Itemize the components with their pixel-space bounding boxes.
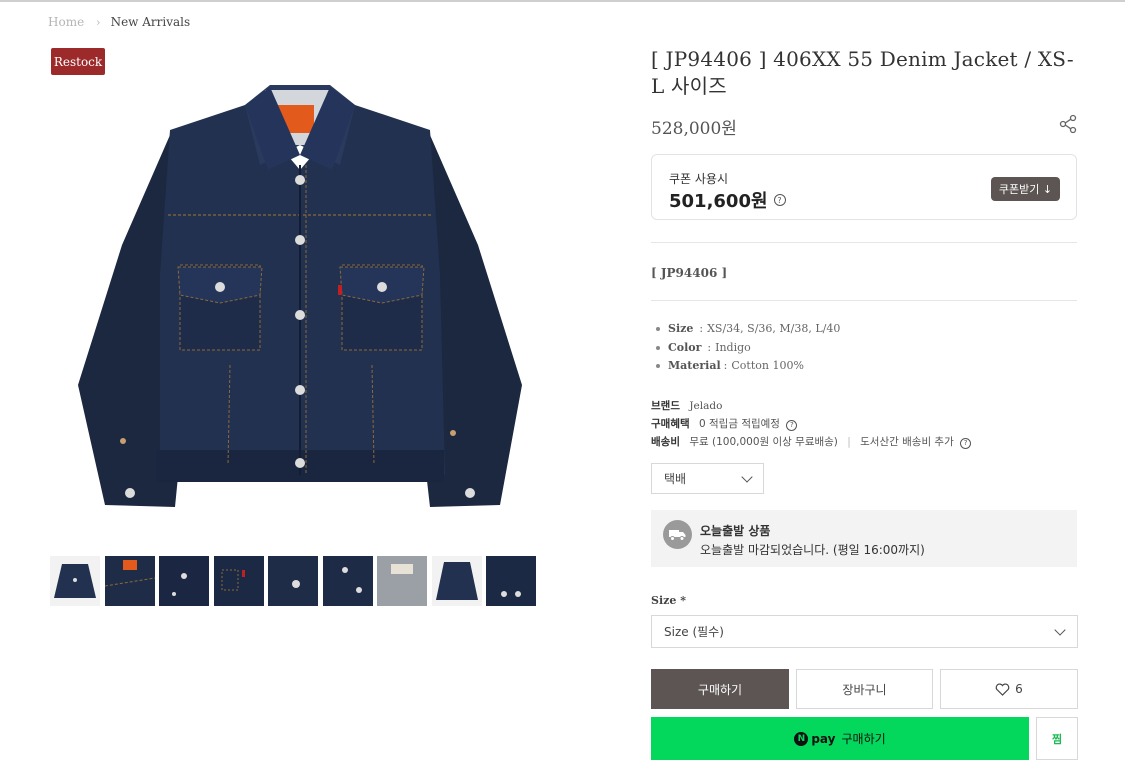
spec-color: Color : Indigo — [651, 339, 840, 358]
question-icon[interactable]: ? — [960, 437, 972, 449]
wish-count: 6 — [1015, 682, 1023, 696]
divider — [651, 242, 1077, 243]
coupon-label: 쿠폰 사용시 — [669, 172, 729, 186]
spec-key: Size — [668, 322, 694, 335]
cart-button[interactable]: 장바구니 — [796, 669, 933, 709]
question-icon[interactable]: ? — [786, 419, 798, 431]
today-ship-title: 오늘출발 상품 — [700, 524, 771, 538]
buy-button[interactable]: 구매하기 — [651, 669, 789, 709]
thumbnail-6[interactable] — [322, 556, 373, 606]
spec-size: Size : XS/34, S/36, M/38, L/40 — [651, 320, 840, 339]
today-ship-subtitle: 오늘출발 마감되었습니다. (평일 16:00까지) — [700, 543, 925, 557]
shipping-row: 배송비 무료 (100,000원 이상 무료배송) | 도서산간 배송비 추가 … — [651, 433, 972, 451]
wishlist-button[interactable]: 6 — [940, 669, 1078, 709]
coupon-price: 501,600원 ? — [669, 187, 786, 213]
bullet — [656, 327, 660, 332]
coupon-price-value: 501,600원 — [669, 191, 768, 212]
thumbnail-7[interactable] — [377, 556, 427, 606]
share-icon[interactable] — [1058, 114, 1078, 134]
thumbnail-5[interactable] — [268, 556, 318, 606]
spec-key: Material — [668, 359, 721, 372]
naver-pay-button[interactable]: N pay 구매하기 — [651, 717, 1029, 760]
thumbnail-3[interactable] — [159, 556, 209, 606]
brand-value[interactable]: Jelado — [689, 400, 722, 412]
thumbnail-2[interactable] — [104, 556, 155, 606]
spec-list: Size : XS/34, S/36, M/38, L/40 Color : I… — [651, 320, 840, 376]
spec-value: Cotton 100% — [731, 359, 804, 372]
product-price: 528,000원 — [651, 119, 737, 139]
chevron-down-icon — [1054, 624, 1066, 636]
shipping-method-select[interactable]: 택배 — [651, 463, 764, 494]
divider — [651, 300, 1077, 301]
brand-label: 브랜드 — [651, 400, 680, 412]
breadcrumb-current[interactable]: New Arrivals — [111, 15, 191, 29]
chevron-right-icon: › — [96, 15, 101, 29]
spec-key: Color — [668, 340, 702, 354]
thumbnail-1[interactable] — [50, 556, 100, 606]
brand-row: 브랜드 Jelado — [651, 397, 971, 415]
chevron-down-icon — [741, 471, 753, 483]
thumbnail-9[interactable] — [486, 556, 536, 606]
shipping-label: 배송비 — [651, 436, 680, 448]
top-divider — [0, 0, 1125, 2]
spec-colon: : — [723, 359, 728, 372]
shipping-method-value: 택배 — [664, 472, 687, 486]
restock-badge: Restock — [51, 48, 105, 75]
product-main-image — [78, 85, 522, 507]
breadcrumb: Home › New Arrivals — [48, 15, 190, 29]
bullet — [656, 364, 660, 369]
product-title: [ JP94406 ] 406XX 55 Denim Jacket / XS-L… — [651, 47, 1074, 98]
spec-colon: : — [699, 322, 704, 335]
naver-zzim-button[interactable]: 찜 — [1036, 717, 1078, 760]
separator: | — [847, 436, 851, 448]
heart-icon — [995, 682, 1010, 696]
bullet — [656, 345, 660, 350]
thumbnail-8[interactable] — [431, 556, 482, 606]
naver-n-icon: N — [794, 731, 809, 746]
benefit-value: 0 적립금 적립예정 — [698, 418, 780, 430]
purchase-info: 브랜드 Jelado 구매혜택 0 적립금 적립예정 ? 배송비 무료 (100… — [651, 397, 972, 451]
benefit-row: 구매혜택 0 적립금 적립예정 ? — [651, 415, 971, 433]
spec-material: Material : Cotton 100% — [651, 357, 840, 376]
npay-brand: pay — [811, 731, 836, 746]
breadcrumb-home[interactable]: Home — [48, 15, 84, 29]
coupon-download-button[interactable]: 쿠폰받기 ↓ — [991, 177, 1060, 201]
size-select[interactable]: Size (필수) — [651, 615, 1078, 648]
npay-label: 구매하기 — [841, 732, 886, 746]
size-label: Size * — [651, 594, 686, 607]
benefit-label: 구매혜택 — [651, 418, 690, 430]
spec-value: Indigo — [715, 340, 751, 354]
thumbnail-4[interactable] — [213, 556, 264, 606]
shipping-extra: 도서산간 배송비 추가 — [860, 436, 954, 448]
truck-icon — [663, 520, 692, 549]
thumbnail-strip — [50, 556, 541, 606]
spec-value: XS/34, S/36, M/38, L/40 — [707, 322, 841, 335]
size-select-value: Size (필수) — [664, 625, 724, 639]
shipping-value: 무료 (100,000원 이상 무료배송) — [689, 436, 838, 448]
question-icon[interactable]: ? — [773, 194, 786, 206]
spec-colon: : — [707, 340, 712, 354]
product-code: [ JP94406 ] — [651, 266, 728, 280]
